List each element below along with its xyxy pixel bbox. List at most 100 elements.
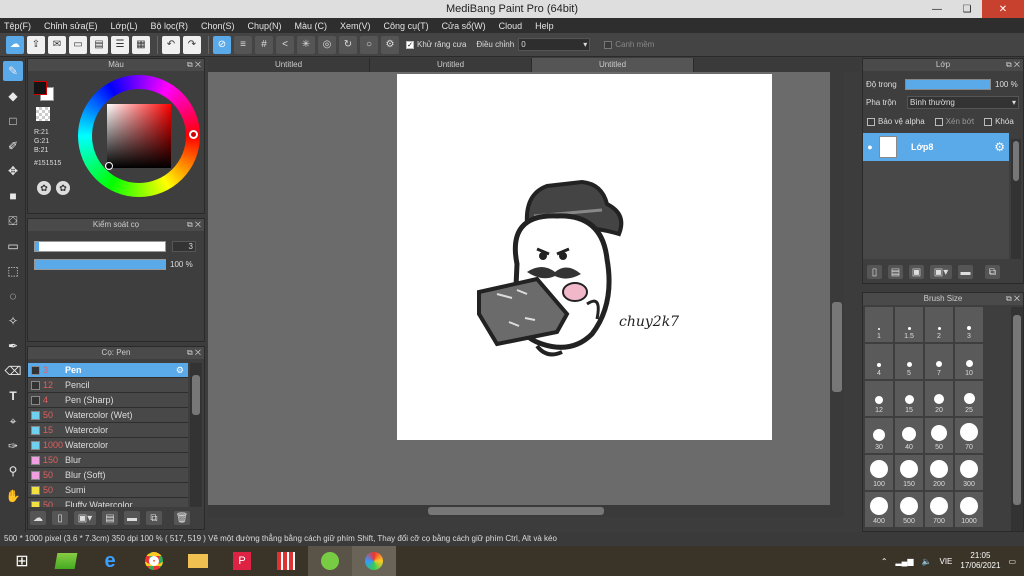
brush-size-option[interactable]: 500 [895,492,923,527]
menu-help[interactable]: Help [535,21,554,31]
antialias-checkbox[interactable]: ✓ [406,40,414,49]
brush-size-option[interactable]: 30 [865,418,893,453]
layer-item[interactable]: ● Lớp8 ⚙ [863,133,1009,161]
snap-off-icon[interactable]: ⊘ [213,35,231,54]
app-grid-icon[interactable] [264,546,308,576]
soft-edge-toggle[interactable]: Canh mềm [604,40,654,49]
redo-icon[interactable]: ↷ [183,35,201,54]
new-halftone-layer-icon[interactable]: ▤ [888,265,903,279]
magic-wand-tool-icon[interactable]: ✧ [3,311,23,331]
brush-size-slider[interactable] [34,241,166,252]
ellipse-snap-icon[interactable]: ○ [360,35,378,54]
brush-size-option[interactable]: 3 [955,307,983,342]
brush-tool-icon[interactable]: ✎ [3,61,23,81]
add-layer-menu-icon[interactable]: ▣▾ [930,265,952,279]
gear-icon[interactable]: ⚙ [176,365,184,376]
operation-tool-icon[interactable]: ⌖ [3,411,23,431]
bluestacks-icon[interactable] [44,546,88,576]
comment-icon[interactable]: ✉ [48,35,66,54]
document-icon[interactable]: ▤ [90,35,108,54]
eyedropper-tool-icon[interactable]: ⚲ [3,461,23,481]
brush-size-option[interactable]: 7 [925,344,953,379]
menu-window[interactable]: Cửa sổ(W) [442,21,486,31]
menu-view[interactable]: Xem(V) [340,21,371,31]
grid-icon[interactable]: ▦ [132,35,150,54]
file-explorer-icon[interactable] [176,546,220,576]
parallel-snap-icon[interactable]: ≡ [234,35,252,54]
soft-edge-checkbox[interactable] [604,40,613,49]
brush-size-value[interactable]: 3 [172,241,196,252]
brush-size-option[interactable]: 15 [895,381,923,416]
brush-size-scrollbar[interactable] [1011,307,1023,531]
close-icon[interactable]: ⧉ ✕ [187,219,201,231]
notification-icon[interactable]: ▭ [1008,557,1016,566]
brush-list-item[interactable]: 50 Sumi [28,483,188,498]
hue-handle[interactable] [189,130,198,139]
stroke-tool-icon[interactable]: ✐ [3,136,23,156]
menu-layer[interactable]: Lớp(L) [111,21,138,31]
perspective-snap-icon[interactable]: < [276,35,294,54]
close-icon[interactable]: ⧉ ✕ [1006,59,1020,71]
close-button[interactable]: ✕ [982,0,1024,18]
curve-snap-icon[interactable]: ↻ [339,35,357,54]
adjust-select[interactable]: 0 ▾ [518,38,591,51]
brush-list-item[interactable]: 50 Watercolor (Wet) [28,408,188,423]
chevron-up-icon[interactable]: ⌃ [881,557,888,566]
radial-snap-icon[interactable]: ✳ [297,35,315,54]
brush-size-option[interactable]: 1 [865,307,893,342]
gear-icon[interactable]: ⚙ [994,140,1005,154]
clock[interactable]: 21:05 17/06/2021 [960,551,1000,571]
brush-size-option[interactable]: 12 [865,381,893,416]
maximize-button[interactable]: ❏ [952,0,982,18]
brush-list-item[interactable]: 50 Fluffy Watercolor [28,498,188,507]
brush-size-option[interactable]: 70 [955,418,983,453]
brush-size-option[interactable]: 150 [895,455,923,490]
close-icon[interactable]: ⧉ ✕ [187,59,201,71]
clip-checkbox[interactable] [934,117,943,126]
brush-download-icon[interactable]: ☁ [30,511,46,525]
brush-size-option[interactable]: 1.5 [895,307,923,342]
brush-size-option[interactable]: 5 [895,344,923,379]
chrome-icon[interactable] [132,546,176,576]
brush-list-item[interactable]: 150 Blur [28,453,188,468]
brush-size-option[interactable]: 200 [925,455,953,490]
rectangle-tool-icon[interactable]: □ [3,111,23,131]
list-icon[interactable]: ☰ [111,35,129,54]
eraser-tool-icon[interactable]: ◆ [3,86,23,106]
text-tool-icon[interactable]: T [3,386,23,406]
duplicate-layer-icon[interactable]: ⧉ [985,265,1000,279]
menu-color[interactable]: Màu (C) [295,21,328,31]
menu-select[interactable]: Chọn(S) [201,21,235,31]
brush-size-option[interactable]: 10 [955,344,983,379]
brush-size-option[interactable]: 300 [955,455,983,490]
volume-icon[interactable]: 🔈 [922,557,932,566]
menu-file[interactable]: Tệp(F) [4,21,31,31]
lock-checkbox[interactable] [984,117,993,126]
brush-list-item[interactable]: 4 Pen (Sharp) [28,393,188,408]
duplicate-brush-icon[interactable]: ⧉ [146,511,162,525]
brush-size-option[interactable]: 40 [895,418,923,453]
tab-untitled-1[interactable]: Untitled [208,58,370,72]
share-icon[interactable]: ⇪ [27,35,45,54]
tab-untitled-3[interactable]: Untitled [532,58,694,72]
brush-list-item[interactable]: 15 Watercolor [28,423,188,438]
hand-tool-icon[interactable]: ✋ [3,486,23,506]
brush-size-option[interactable]: 50 [925,418,953,453]
close-icon[interactable]: ⧉ ✕ [187,347,201,359]
palette-settings-icon[interactable]: ✿ [56,181,70,195]
powerpoint-icon[interactable]: P [220,546,264,576]
canvas-area[interactable]: chuy2k7 [208,72,844,517]
brush-size-option[interactable]: 4 [865,344,893,379]
brush-list-item[interactable]: 1000 Watercolor [28,438,188,453]
brush-size-option[interactable]: 2 [925,307,953,342]
undo-icon[interactable]: ↶ [162,35,180,54]
new-layer-icon[interactable]: ▯ [867,265,882,279]
language-indicator[interactable]: VIE [939,557,952,566]
menu-cloud[interactable]: Cloud [499,21,523,31]
brush-size-option[interactable]: 400 [865,492,893,527]
brush-size-option[interactable]: 25 [955,381,983,416]
brush-opacity-slider[interactable] [34,259,166,270]
brush-list-scrollbar[interactable] [190,363,202,507]
canvas[interactable]: chuy2k7 [397,74,772,440]
eye-icon[interactable]: ● [863,142,877,152]
